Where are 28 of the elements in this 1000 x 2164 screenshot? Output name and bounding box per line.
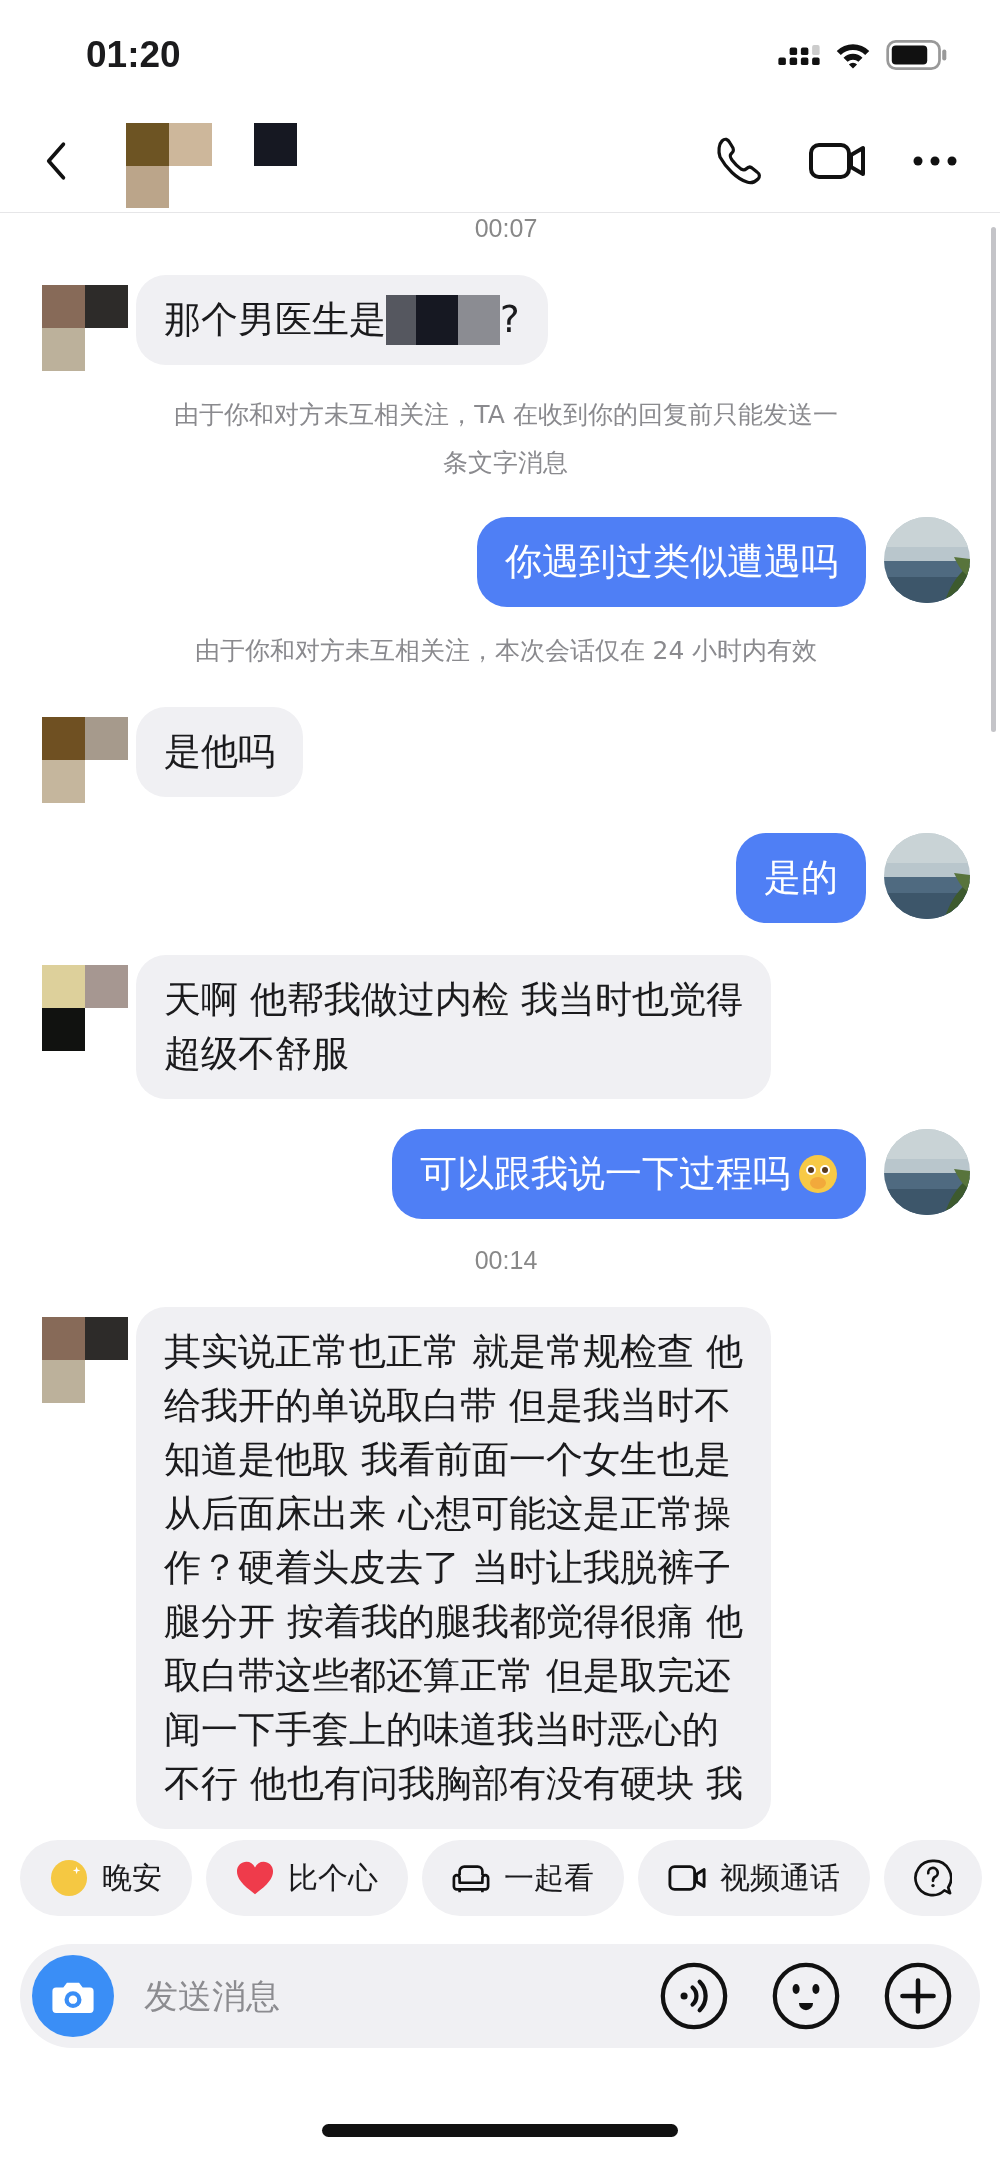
- quick-action-chip[interactable]: 一起看: [422, 1840, 624, 1916]
- system-notice: 由于你和对方未互相关注，本次会话仅在 24 小时内有效: [194, 635, 818, 667]
- incoming-message: 天啊 他帮我做过内检 我当时也觉得 超级不舒服: [136, 955, 771, 1099]
- emoji-face-icon[interactable]: [772, 1962, 840, 2030]
- more-icon[interactable]: [912, 156, 958, 166]
- voice-icon[interactable]: [660, 1962, 728, 2030]
- outgoing-message: 可以跟我说一下过程吗: [392, 1129, 866, 1219]
- timestamp: 00:14: [474, 1245, 538, 1275]
- quick-action-chip[interactable]: 比个心: [206, 1840, 408, 1916]
- outgoing-message: 你遇到过类似遭遇吗: [477, 517, 866, 607]
- question-icon: [914, 1859, 952, 1897]
- quick-action-chip[interactable]: 晚安: [20, 1840, 192, 1916]
- message-field[interactable]: 发送消息: [142, 1975, 616, 2017]
- quick-action-chip[interactable]: 视频通话: [638, 1840, 870, 1916]
- scrollbar[interactable]: [991, 227, 996, 732]
- add-icon[interactable]: [884, 1962, 952, 2030]
- timestamp: 00:07: [474, 213, 538, 243]
- signal-icon: [778, 45, 820, 65]
- moon-icon: [50, 1859, 88, 1897]
- system-notice: 由于你和对方未互相关注，TA 在收到你的回复前只能发送一 条文字消息: [174, 399, 838, 479]
- battery-icon: [886, 40, 948, 70]
- incoming-message: 是他吗: [136, 707, 303, 797]
- incoming-message: 其实说正常也正常 就是常规检查 他 给我开的单说取白带 但是我当时不 知道是他取 我看前面一个女生也是 从后面床出来 心想可能这是正常操 作？硬着头皮去了 当时让我脱裤子 腿分开 按着我的腿我都觉得很痛 他 取白带这些都还算正常 但是取完还 闻一下手套上的味道我当时恶心的 不行 他也有问我胸部有没有硬块 我: [136, 1307, 771, 1829]
- outgoing-message: 是的: [736, 833, 866, 923]
- heart-icon: [236, 1859, 274, 1897]
- camera-button[interactable]: [32, 1955, 114, 2037]
- incoming-message: 那个男医生是 ?: [136, 275, 548, 365]
- status-time: 01:20: [86, 34, 181, 76]
